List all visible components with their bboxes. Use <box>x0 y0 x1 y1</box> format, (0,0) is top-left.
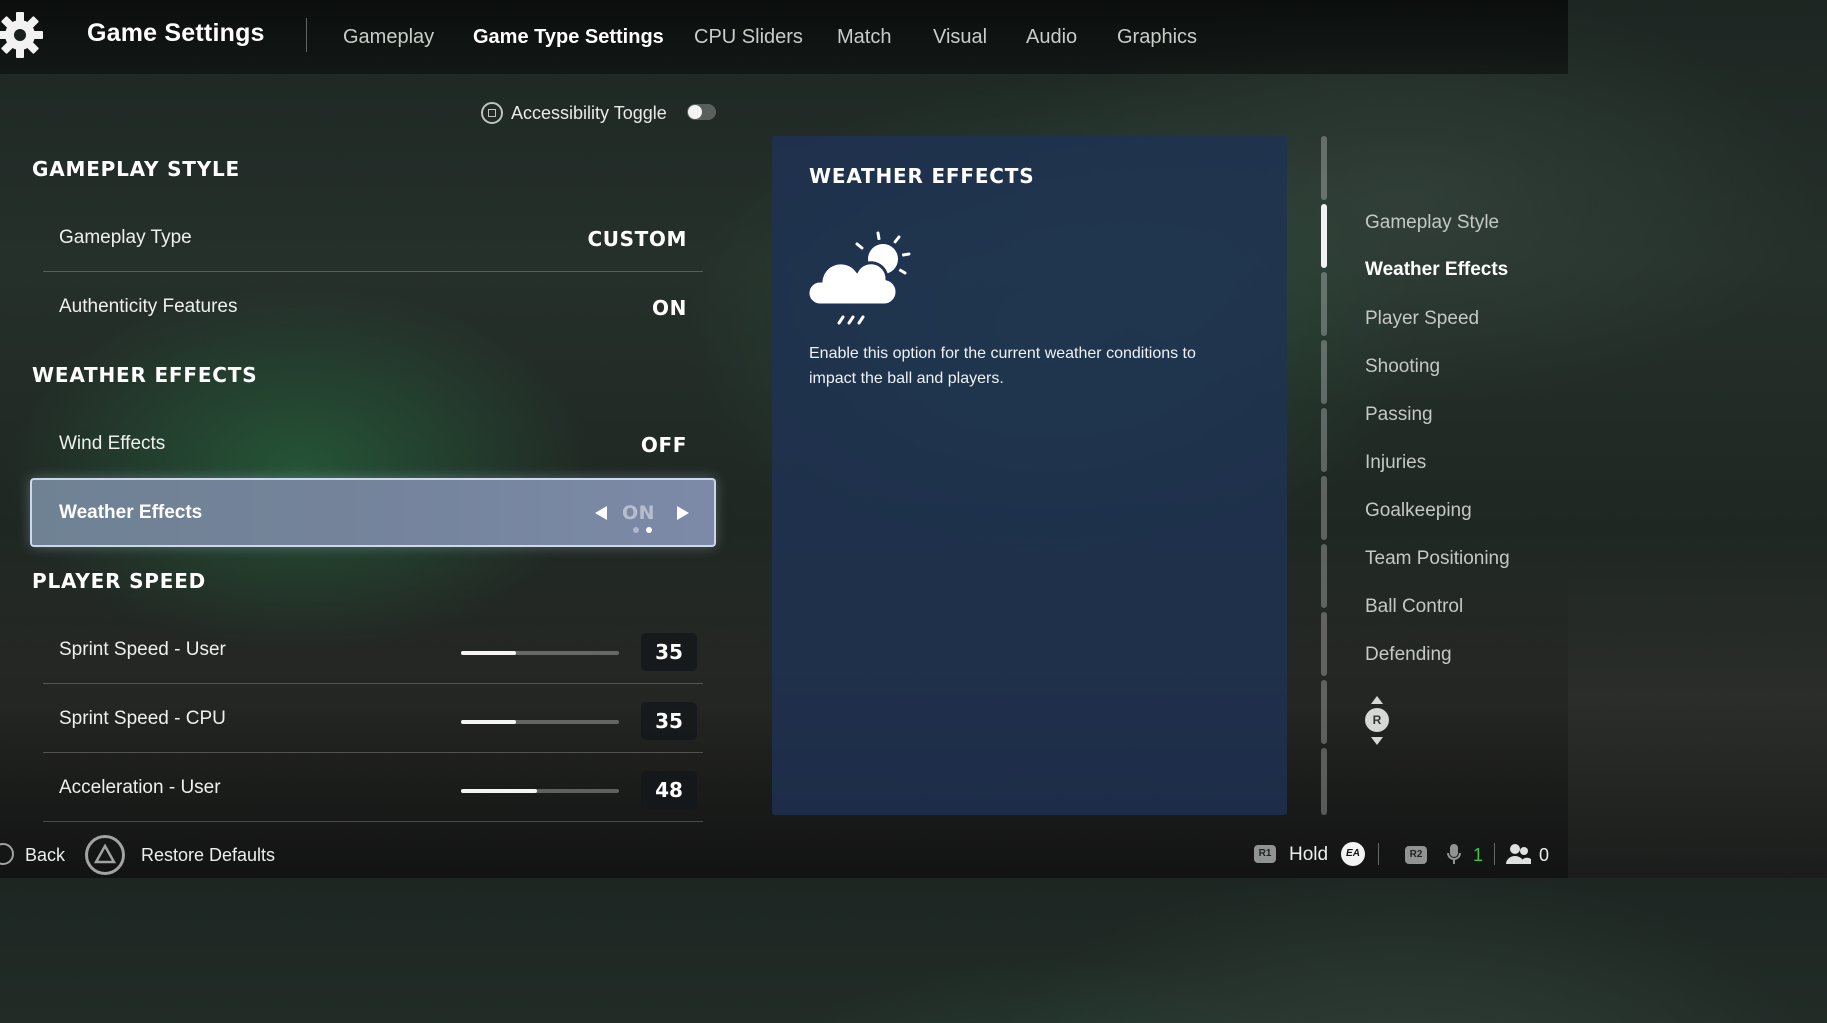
square-button-icon <box>481 102 503 124</box>
setting-label-sprint-speed-user[interactable]: Sprint Speed - User <box>59 639 226 661</box>
nav-track-segment <box>1321 340 1327 404</box>
nav-item-player-speed[interactable]: Player Speed <box>1365 308 1479 330</box>
nav-track-segment <box>1321 612 1327 676</box>
r1-badge: R1 <box>1254 845 1276 863</box>
row-divider <box>43 752 703 753</box>
nav-item-goalkeeping[interactable]: Goalkeeping <box>1365 500 1472 522</box>
tab-game-type-settings[interactable]: Game Type Settings <box>473 26 664 49</box>
r2-badge: R2 <box>1405 846 1427 864</box>
setting-value-gameplay-type: CUSTOM <box>587 227 687 251</box>
ea-logo: EA <box>1341 842 1365 866</box>
mic-count: 1 <box>1473 845 1484 865</box>
nav-track-segment <box>1321 136 1327 200</box>
slider-value-sprint-speed-user: 35 <box>641 633 697 671</box>
setting-label-gameplay-type[interactable]: Gameplay Type <box>59 227 192 249</box>
nav-track-segment-active <box>1321 204 1327 268</box>
slider-fill <box>461 720 517 724</box>
info-panel-title: WEATHER EFFECTS <box>809 164 1035 188</box>
accessibility-toggle-label: Accessibility Toggle <box>511 102 667 123</box>
row-divider <box>43 821 703 822</box>
accessibility-toggle-row[interactable]: Accessibility Toggle <box>481 100 667 126</box>
section-heading-weather-effects: WEATHER EFFECTS <box>32 363 258 387</box>
arrow-right-icon[interactable] <box>677 506 689 520</box>
top-bar: Game Settings Gameplay Game Type Setting… <box>0 0 1568 74</box>
scroll-up-icon <box>1371 696 1383 704</box>
tab-audio[interactable]: Audio <box>1026 26 1077 49</box>
title-divider <box>306 18 307 52</box>
footer-divider <box>1378 843 1379 865</box>
cloud-sun-rain-icon <box>806 231 911 325</box>
tab-match[interactable]: Match <box>837 26 891 49</box>
setting-value-weather-effects: ON <box>622 502 656 524</box>
nav-track-segment <box>1321 680 1327 744</box>
nav-item-team-positioning[interactable]: Team Positioning <box>1365 548 1510 570</box>
right-stick-button-icon[interactable]: R <box>1365 708 1389 732</box>
tab-graphics[interactable]: Graphics <box>1117 26 1197 49</box>
slider-sprint-speed-cpu[interactable] <box>461 720 619 724</box>
tab-visual[interactable]: Visual <box>933 26 987 49</box>
slider-fill <box>461 651 517 655</box>
scroll-down-icon <box>1371 737 1383 745</box>
setting-value-authenticity-features: ON <box>652 296 687 320</box>
slider-fill <box>461 789 537 793</box>
nav-track-segment <box>1321 272 1327 336</box>
slider-value-sprint-speed-cpu: 35 <box>641 702 697 740</box>
nav-track-segment <box>1321 476 1327 540</box>
hold-label: Hold <box>1289 844 1329 865</box>
arrow-left-icon[interactable] <box>595 506 607 520</box>
triangle-button-icon <box>85 835 125 875</box>
setting-row-weather-effects-selected[interactable]: Weather Effects ON <box>30 478 716 547</box>
nav-item-gameplay-style[interactable]: Gameplay Style <box>1365 212 1499 234</box>
option-indicator-dot <box>633 527 639 533</box>
players-count: 0 <box>1539 845 1550 865</box>
setting-label-sprint-speed-cpu[interactable]: Sprint Speed - CPU <box>59 708 226 730</box>
setting-value-wind-effects: OFF <box>640 433 687 457</box>
nav-track-segment <box>1321 408 1327 472</box>
back-button[interactable]: Back <box>25 845 65 866</box>
nav-track-segment <box>1321 748 1327 815</box>
players-icon <box>1506 844 1531 864</box>
nav-item-defending[interactable]: Defending <box>1365 644 1452 666</box>
info-panel: WEATHER EFFECTS Enable this option for t… <box>772 136 1287 815</box>
microphone-icon <box>1447 844 1461 864</box>
accessibility-toggle-switch[interactable] <box>687 104 716 120</box>
restore-defaults-button[interactable]: Restore Defaults <box>141 845 275 866</box>
nav-item-passing[interactable]: Passing <box>1365 404 1433 426</box>
nav-item-shooting[interactable]: Shooting <box>1365 356 1440 378</box>
gear-icon <box>0 12 43 58</box>
row-divider <box>43 271 703 272</box>
slider-value-acceleration-user: 48 <box>641 771 697 809</box>
setting-label-weather-effects: Weather Effects <box>59 502 203 523</box>
info-panel-description: Enable this option for the current weath… <box>809 345 1196 387</box>
slider-sprint-speed-user[interactable] <box>461 651 619 655</box>
nav-item-weather-effects[interactable]: Weather Effects <box>1365 259 1508 281</box>
setting-label-authenticity-features[interactable]: Authenticity Features <box>59 296 237 318</box>
setting-label-wind-effects[interactable]: Wind Effects <box>59 433 165 455</box>
section-heading-gameplay-style: GAMEPLAY STYLE <box>32 157 241 181</box>
tab-cpu-sliders[interactable]: CPU Sliders <box>694 26 803 49</box>
tab-gameplay[interactable]: Gameplay <box>343 26 434 49</box>
nav-item-injuries[interactable]: Injuries <box>1365 452 1426 474</box>
section-heading-player-speed: PLAYER SPEED <box>32 569 207 593</box>
nav-track-segment <box>1321 544 1327 608</box>
page-title: Game Settings <box>87 19 265 47</box>
option-indicator-dot <box>646 527 652 533</box>
row-divider <box>43 683 703 684</box>
setting-label-acceleration-user[interactable]: Acceleration - User <box>59 777 221 799</box>
nav-item-ball-control[interactable]: Ball Control <box>1365 596 1463 618</box>
slider-acceleration-user[interactable] <box>461 789 619 793</box>
footer-divider <box>1494 843 1495 865</box>
